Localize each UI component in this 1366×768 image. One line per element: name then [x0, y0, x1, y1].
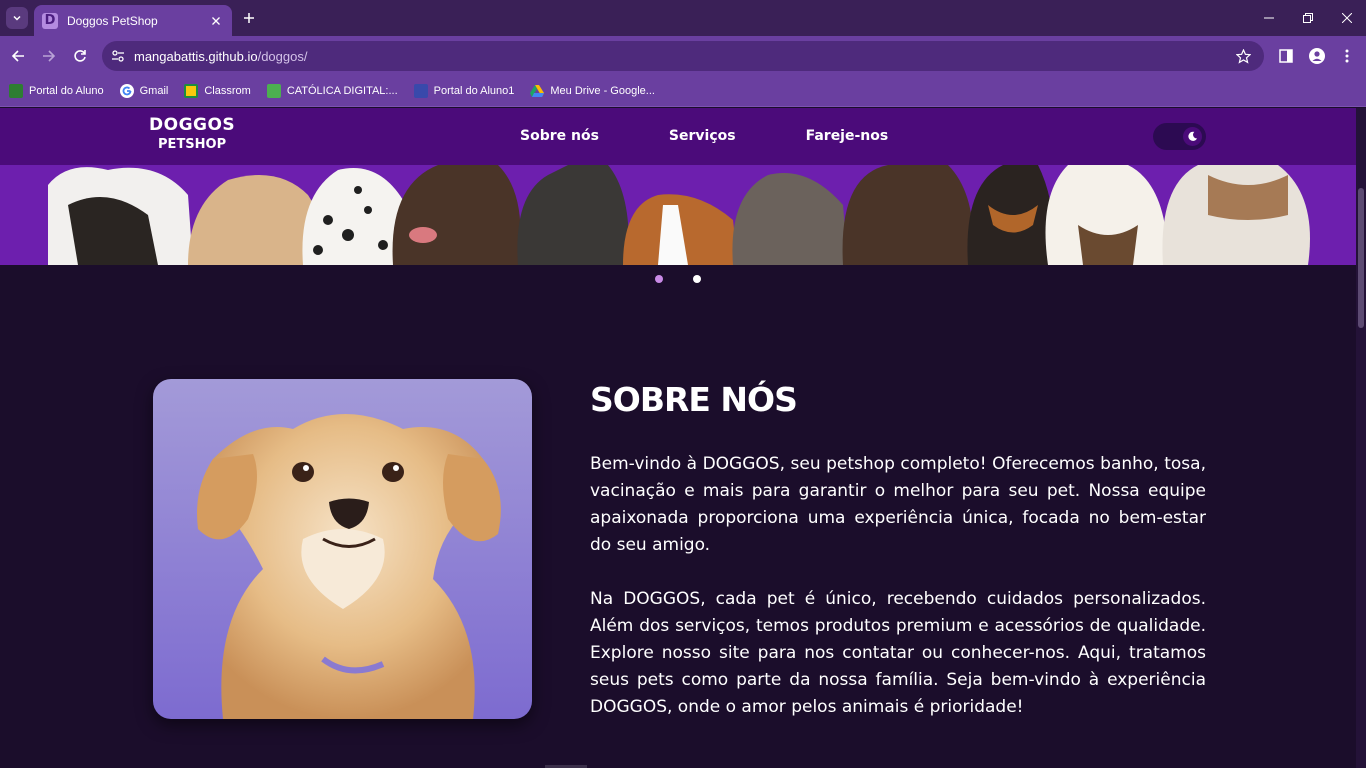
back-button[interactable]	[6, 44, 30, 68]
browser-toolbar: mangabattis.github.io/doggos/	[0, 36, 1366, 76]
drive-icon	[530, 84, 545, 98]
about-paragraph-2: Na DOGGOS, cada pet é único, recebendo c…	[590, 589, 1206, 717]
bookmark-label: Portal do Aluno1	[433, 85, 515, 97]
dog-portrait-image	[153, 379, 532, 719]
arrow-right-icon	[43, 50, 56, 62]
close-icon	[212, 16, 220, 25]
google-icon	[119, 84, 134, 98]
scrollbar-thumb[interactable]	[1358, 188, 1364, 328]
tab-title: Doggos PetShop	[67, 13, 158, 28]
window-controls	[1249, 0, 1366, 36]
bookmark-catolica-digital[interactable]: CATÓLICA DIGITAL:...	[266, 84, 398, 98]
tune-icon	[112, 50, 124, 62]
side-panel-button[interactable]	[1274, 44, 1298, 68]
bookmark-star-button[interactable]	[1234, 47, 1252, 65]
reload-button[interactable]	[68, 44, 92, 68]
nav-link-sobre-nos[interactable]: Sobre nós	[520, 128, 599, 144]
restore-icon	[1302, 13, 1313, 23]
carousel-dot-2[interactable]	[693, 275, 701, 283]
nav-link-fareje-nos[interactable]: Fareje-nos	[806, 128, 889, 144]
portal-icon	[413, 84, 428, 98]
browser-tab-bar: D Doggos PetShop	[0, 0, 1366, 36]
arrow-left-icon	[11, 50, 24, 62]
page-scrollbar[interactable]	[1356, 108, 1366, 768]
bookmark-label: Portal do Aluno	[29, 85, 104, 97]
dogs-banner-image	[48, 165, 1310, 265]
about-paragraph-1: Bem-vindo à DOGGOS, seu petshop completo…	[590, 454, 1206, 555]
minimize-button[interactable]	[1249, 0, 1288, 36]
site-favicon-icon: D	[42, 12, 58, 29]
logo-line1: DOGGOS	[149, 115, 236, 135]
bookmark-meu-drive[interactable]: Meu Drive - Google...	[530, 84, 655, 98]
site-logo[interactable]: DOGGOS PETSHOP	[149, 115, 236, 152]
profile-icon	[1309, 48, 1325, 64]
bookmark-gmail[interactable]: Gmail	[119, 84, 169, 98]
minimize-icon	[1263, 17, 1274, 19]
restore-button[interactable]	[1288, 0, 1327, 36]
new-tab-button[interactable]	[240, 9, 258, 27]
nav-link-servicos[interactable]: Serviços	[669, 128, 736, 144]
carousel-dot-1[interactable]	[655, 275, 663, 283]
url-path: /doggos/	[257, 48, 308, 64]
bookmarks-bar: Portal do Aluno Gmail Classrom CATÓLICA …	[0, 76, 1366, 107]
bookmark-portal-do-aluno[interactable]: Portal do Aluno	[9, 84, 104, 98]
about-title: SOBRE NÓS	[590, 380, 798, 419]
plus-icon	[244, 13, 254, 23]
bookmark-label: Classrom	[204, 85, 251, 97]
side-panel-icon	[1279, 49, 1293, 63]
tab-close-button[interactable]	[208, 13, 224, 29]
moon-icon	[1188, 131, 1198, 141]
site-header: DOGGOS PETSHOP Sobre nós Serviços Fareje…	[0, 108, 1356, 165]
tab-search-button[interactable]	[6, 7, 28, 29]
bookmark-label: CATÓLICA DIGITAL:...	[286, 85, 398, 97]
catolica-icon	[266, 84, 281, 98]
profile-button[interactable]	[1305, 44, 1329, 68]
theme-toggle-knob	[1183, 127, 1202, 146]
bookmark-label: Gmail	[139, 85, 169, 97]
close-icon	[1341, 13, 1352, 23]
bookmark-label: Meu Drive - Google...	[550, 85, 655, 97]
site-info-button[interactable]	[110, 48, 126, 64]
portal-icon	[9, 84, 23, 98]
hero-banner	[0, 165, 1356, 265]
chevron-down-icon	[13, 15, 21, 21]
carousel-indicators	[655, 275, 731, 283]
theme-toggle[interactable]	[1153, 123, 1206, 150]
more-vertical-icon	[1345, 49, 1349, 63]
forward-button[interactable]	[37, 44, 61, 68]
logo-line2: PETSHOP	[158, 137, 227, 152]
url-domain: mangabattis.github.io	[134, 48, 258, 64]
about-dog-photo	[153, 379, 532, 719]
classroom-icon	[184, 84, 199, 98]
star-icon	[1235, 48, 1251, 64]
reload-icon	[74, 50, 86, 62]
url-text: mangabattis.github.io/doggos/	[134, 49, 307, 64]
address-bar[interactable]: mangabattis.github.io/doggos/	[102, 41, 1264, 71]
browser-menu-button[interactable]	[1335, 44, 1359, 68]
bookmark-classrom[interactable]: Classrom	[184, 84, 251, 98]
bookmark-portal-do-aluno1[interactable]: Portal do Aluno1	[413, 84, 515, 98]
main-nav: Sobre nós Serviços Fareje-nos	[520, 128, 958, 144]
browser-tab[interactable]: D Doggos PetShop	[34, 5, 232, 36]
close-window-button[interactable]	[1327, 0, 1366, 36]
